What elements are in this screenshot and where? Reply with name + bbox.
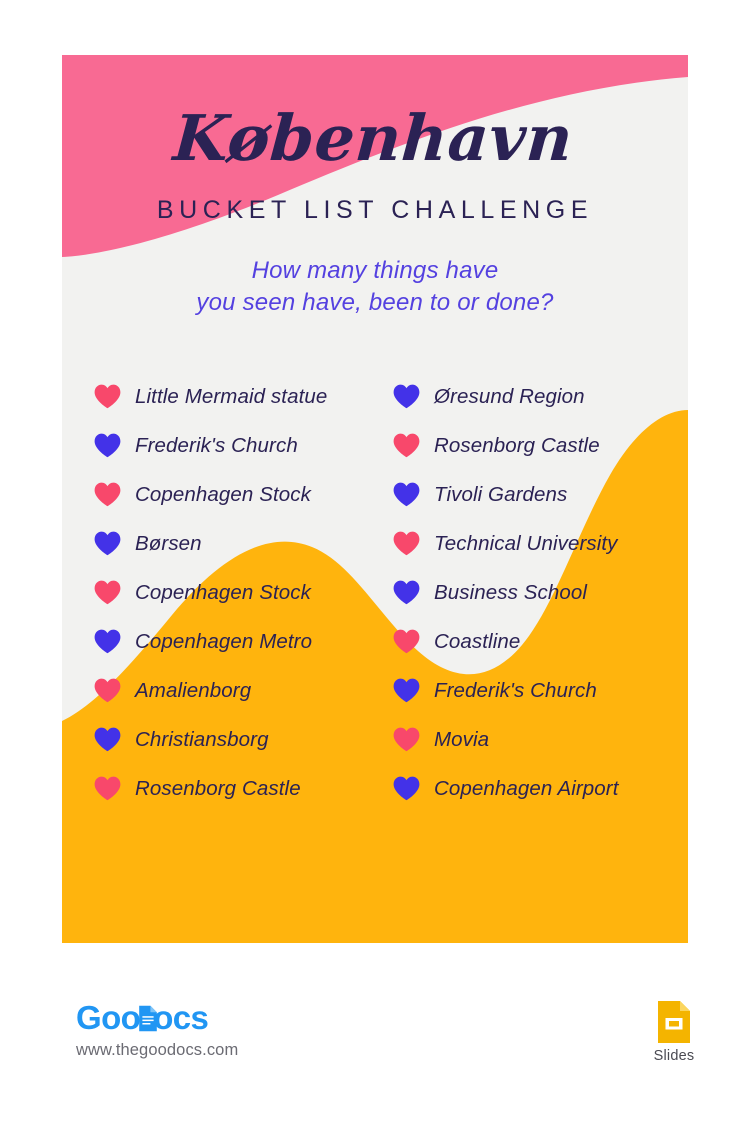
heart-icon[interactable] <box>393 776 420 801</box>
heart-icon[interactable] <box>393 629 420 654</box>
checklist-item-label: Coastline <box>434 629 521 653</box>
footer: Goo ocs www.thegoodocs.com Slides <box>0 990 750 1090</box>
poster-question: How many things have you seen have, been… <box>196 257 554 316</box>
google-slides-icon <box>658 1001 690 1043</box>
checklist-item-label: Business School <box>434 580 588 604</box>
checklist-item-label: Little Mermaid statue <box>135 384 328 408</box>
checklist-item[interactable]: Technical University <box>393 519 668 568</box>
checklist-item[interactable]: Tivoli Gardens <box>393 470 668 519</box>
checklist-item-label: Movia <box>434 727 490 751</box>
checklist-item-label: Rosenborg Castle <box>135 776 301 800</box>
title-block: København BUCKET LIST CHALLENGE How many… <box>62 55 688 318</box>
heart-icon[interactable] <box>94 433 121 458</box>
checklist-item[interactable]: Rosenborg Castle <box>393 421 668 470</box>
checklist-left-column: Little Mermaid statue Frederik's Church Co… <box>82 372 375 813</box>
page-title: København <box>171 101 576 175</box>
checklist-item[interactable]: Copenhagen Airport <box>393 764 668 813</box>
checklist-item-label: Copenhagen Stock <box>135 580 311 604</box>
checklist-item-label: Amalienborg <box>135 678 252 702</box>
checklist-item[interactable]: Christiansborg <box>94 715 375 764</box>
checklist-item[interactable]: Øresund Region <box>393 372 668 421</box>
heart-icon[interactable] <box>94 580 121 605</box>
poster-card: København BUCKET LIST CHALLENGE How many… <box>62 55 688 943</box>
goodocs-brand[interactable]: Goo ocs www.thegoodocs.com <box>76 1000 238 1060</box>
heart-icon[interactable] <box>94 531 121 556</box>
checklist-item[interactable]: Business School <box>393 568 668 617</box>
heart-icon[interactable] <box>94 727 121 752</box>
checklist-item-label: Copenhagen Airport <box>434 776 619 800</box>
checklist-item[interactable]: Copenhagen Stock <box>94 470 375 519</box>
checklist-item-label: Christiansborg <box>135 727 269 751</box>
heart-icon[interactable] <box>393 531 420 556</box>
document-icon <box>139 1005 157 1031</box>
checklist-item[interactable]: Børsen <box>94 519 375 568</box>
checklist-item-label: Rosenborg Castle <box>434 433 600 457</box>
checklist-item[interactable]: Coastline <box>393 617 668 666</box>
checklist-item-label: Copenhagen Metro <box>135 629 313 653</box>
goodocs-wordmark-part-2: ocs <box>153 998 209 1036</box>
checklist-item-label: Børsen <box>135 531 202 555</box>
checklist-item[interactable]: Amalienborg <box>94 666 375 715</box>
heart-icon[interactable] <box>94 678 121 703</box>
goodocs-wordmark-part-1: Goo <box>76 998 141 1036</box>
heart-icon[interactable] <box>94 629 121 654</box>
checklist-item-label: Frederik's Church <box>135 433 298 457</box>
slides-badge[interactable]: Slides <box>646 999 702 1064</box>
checklist: Little Mermaid statue Frederik's Church Co… <box>62 372 688 813</box>
heart-icon[interactable] <box>94 776 121 801</box>
checklist-item-label: Technical University <box>434 531 618 555</box>
checklist-item[interactable]: Movia <box>393 715 668 764</box>
checklist-item-label: Copenhagen Stock <box>135 482 311 506</box>
slides-label: Slides <box>653 1048 695 1064</box>
checklist-item[interactable]: Little Mermaid statue <box>94 372 375 421</box>
heart-icon[interactable] <box>393 580 420 605</box>
checklist-item-label: Øresund Region <box>434 384 585 408</box>
checklist-item[interactable]: Rosenborg Castle <box>94 764 375 813</box>
checklist-item[interactable]: Frederik's Church <box>94 421 375 470</box>
heart-icon[interactable] <box>393 678 420 703</box>
heart-icon[interactable] <box>393 384 420 409</box>
checklist-item-label: Tivoli Gardens <box>434 482 568 506</box>
checklist-item-label: Frederik's Church <box>434 678 597 702</box>
goodocs-wordmark: Goo ocs <box>76 1000 238 1034</box>
checklist-item[interactable]: Copenhagen Stock <box>94 568 375 617</box>
checklist-right-column: Øresund Region Rosenborg Castle Tivoli Gar… <box>375 372 668 813</box>
heart-icon[interactable] <box>393 727 420 752</box>
heart-icon[interactable] <box>94 482 121 507</box>
checklist-item[interactable]: Frederik's Church <box>393 666 668 715</box>
checklist-item[interactable]: Copenhagen Metro <box>94 617 375 666</box>
goodocs-url[interactable]: www.thegoodocs.com <box>76 1041 238 1060</box>
heart-icon[interactable] <box>393 482 420 507</box>
heart-icon[interactable] <box>393 433 420 458</box>
poster-subtitle: BUCKET LIST CHALLENGE <box>156 196 594 224</box>
heart-icon[interactable] <box>94 384 121 409</box>
